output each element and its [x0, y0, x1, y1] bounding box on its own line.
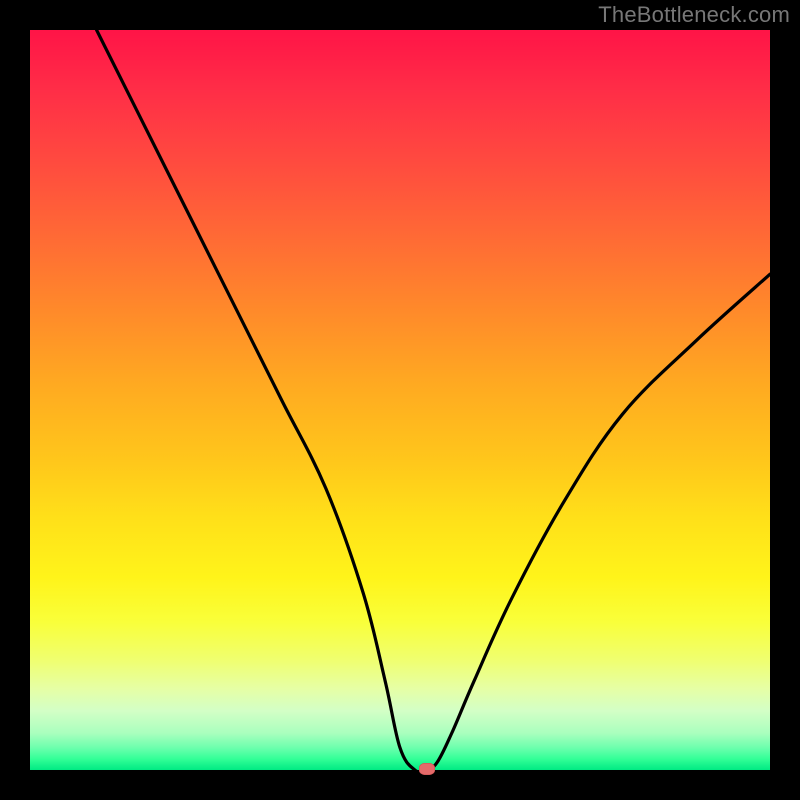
- plot-area: [30, 30, 770, 770]
- curve-svg: [30, 30, 770, 770]
- watermark-text: TheBottleneck.com: [598, 2, 790, 28]
- chart-frame: TheBottleneck.com: [0, 0, 800, 800]
- bottleneck-curve: [97, 30, 770, 770]
- optimal-point-indicator: [419, 763, 435, 775]
